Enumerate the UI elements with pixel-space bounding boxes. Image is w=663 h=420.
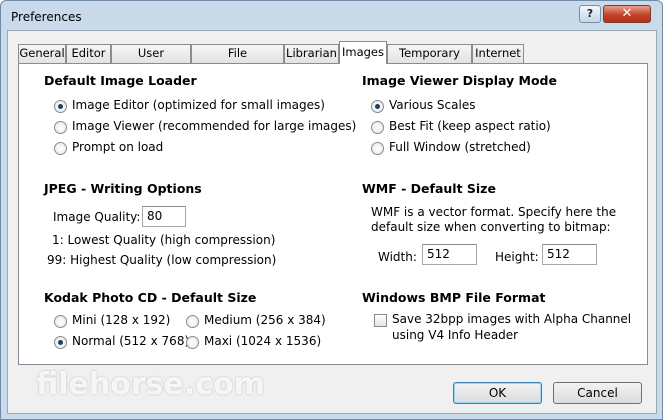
label-best-fit[interactable]: Best Fit (keep aspect ratio): [389, 119, 551, 133]
tab-general[interactable]: General: [18, 44, 66, 63]
preferences-window: Preferences ? ✕ General Editor User Inte…: [0, 0, 663, 420]
radio-image-viewer[interactable]: [54, 121, 67, 134]
bmp-alpha-label-line1[interactable]: Save 32bpp images with Alpha Channel: [392, 312, 631, 326]
radio-kodak-mini[interactable]: [54, 315, 67, 328]
label-kodak-normal[interactable]: Normal (512 x 768): [72, 334, 189, 348]
radio-kodak-normal[interactable]: [54, 336, 67, 349]
jpeg-heading: JPEG - Writing Options: [44, 181, 202, 196]
radio-kodak-medium[interactable]: [186, 315, 199, 328]
image-quality-label: Image Quality:: [53, 210, 141, 224]
radio-prompt-on-load[interactable]: [54, 142, 67, 155]
dialog-client-area: General Editor User Interface File Assoc…: [7, 30, 657, 414]
label-full-window[interactable]: Full Window (stretched): [389, 140, 531, 154]
radio-kodak-maxi[interactable]: [186, 336, 199, 349]
radio-image-editor[interactable]: [54, 100, 67, 113]
window-title: Preferences: [11, 10, 82, 24]
tab-internet[interactable]: Internet: [472, 44, 524, 63]
wmf-description-line1: WMF is a vector format. Specify here the: [371, 205, 617, 219]
bmp-alpha-label-line2[interactable]: using V4 Info Header: [392, 328, 518, 342]
bmp-alpha-checkbox[interactable]: [374, 314, 387, 327]
radio-best-fit[interactable]: [371, 121, 384, 134]
label-various-scales[interactable]: Various Scales: [389, 98, 475, 112]
tab-librarian[interactable]: Librarian: [284, 44, 339, 63]
wmf-width-label: Width:: [378, 250, 417, 264]
images-tab-panel: Default Image Loader Image Editor (optim…: [18, 63, 648, 365]
label-image-editor[interactable]: Image Editor (optimized for small images…: [72, 98, 325, 112]
tab-images[interactable]: Images: [339, 41, 387, 64]
wmf-heading: WMF - Default Size: [362, 181, 496, 196]
tab-file-associations[interactable]: File Associations: [191, 44, 284, 77]
image-quality-input[interactable]: 80: [142, 206, 186, 227]
tab-temporary-files[interactable]: Temporary Files: [387, 44, 472, 77]
filehorse-watermark: filehorse.com: [36, 367, 265, 402]
label-kodak-medium[interactable]: Medium (256 x 384): [204, 313, 326, 327]
radio-full-window[interactable]: [371, 142, 384, 155]
wmf-height-label: Height:: [495, 250, 539, 264]
tab-editor[interactable]: Editor: [66, 44, 111, 63]
default-loader-heading: Default Image Loader: [44, 73, 197, 88]
tab-user-interface[interactable]: User Interface: [111, 44, 191, 77]
help-button[interactable]: ?: [579, 5, 601, 23]
jpeg-hint-high: 99: Highest Quality (low compression): [47, 253, 277, 267]
label-kodak-maxi[interactable]: Maxi (1024 x 1536): [204, 334, 321, 348]
radio-various-scales[interactable]: [371, 100, 384, 113]
cancel-button[interactable]: Cancel: [553, 382, 642, 404]
ok-button[interactable]: OK: [453, 382, 542, 404]
kodak-heading: Kodak Photo CD - Default Size: [44, 290, 257, 305]
wmf-width-input[interactable]: 512: [422, 244, 477, 265]
close-button[interactable]: ✕: [603, 5, 651, 23]
label-prompt-on-load[interactable]: Prompt on load: [72, 140, 163, 154]
wmf-height-input[interactable]: 512: [542, 244, 597, 265]
wmf-description-line2: default size when converting to bitmap:: [371, 220, 611, 234]
jpeg-hint-low: 1: Lowest Quality (high compression): [52, 233, 276, 247]
viewer-mode-heading: Image Viewer Display Mode: [362, 73, 557, 88]
label-kodak-mini[interactable]: Mini (128 x 192): [72, 313, 170, 327]
label-image-viewer[interactable]: Image Viewer (recommended for large imag…: [72, 119, 356, 133]
bmp-heading: Windows BMP File Format: [362, 290, 546, 305]
